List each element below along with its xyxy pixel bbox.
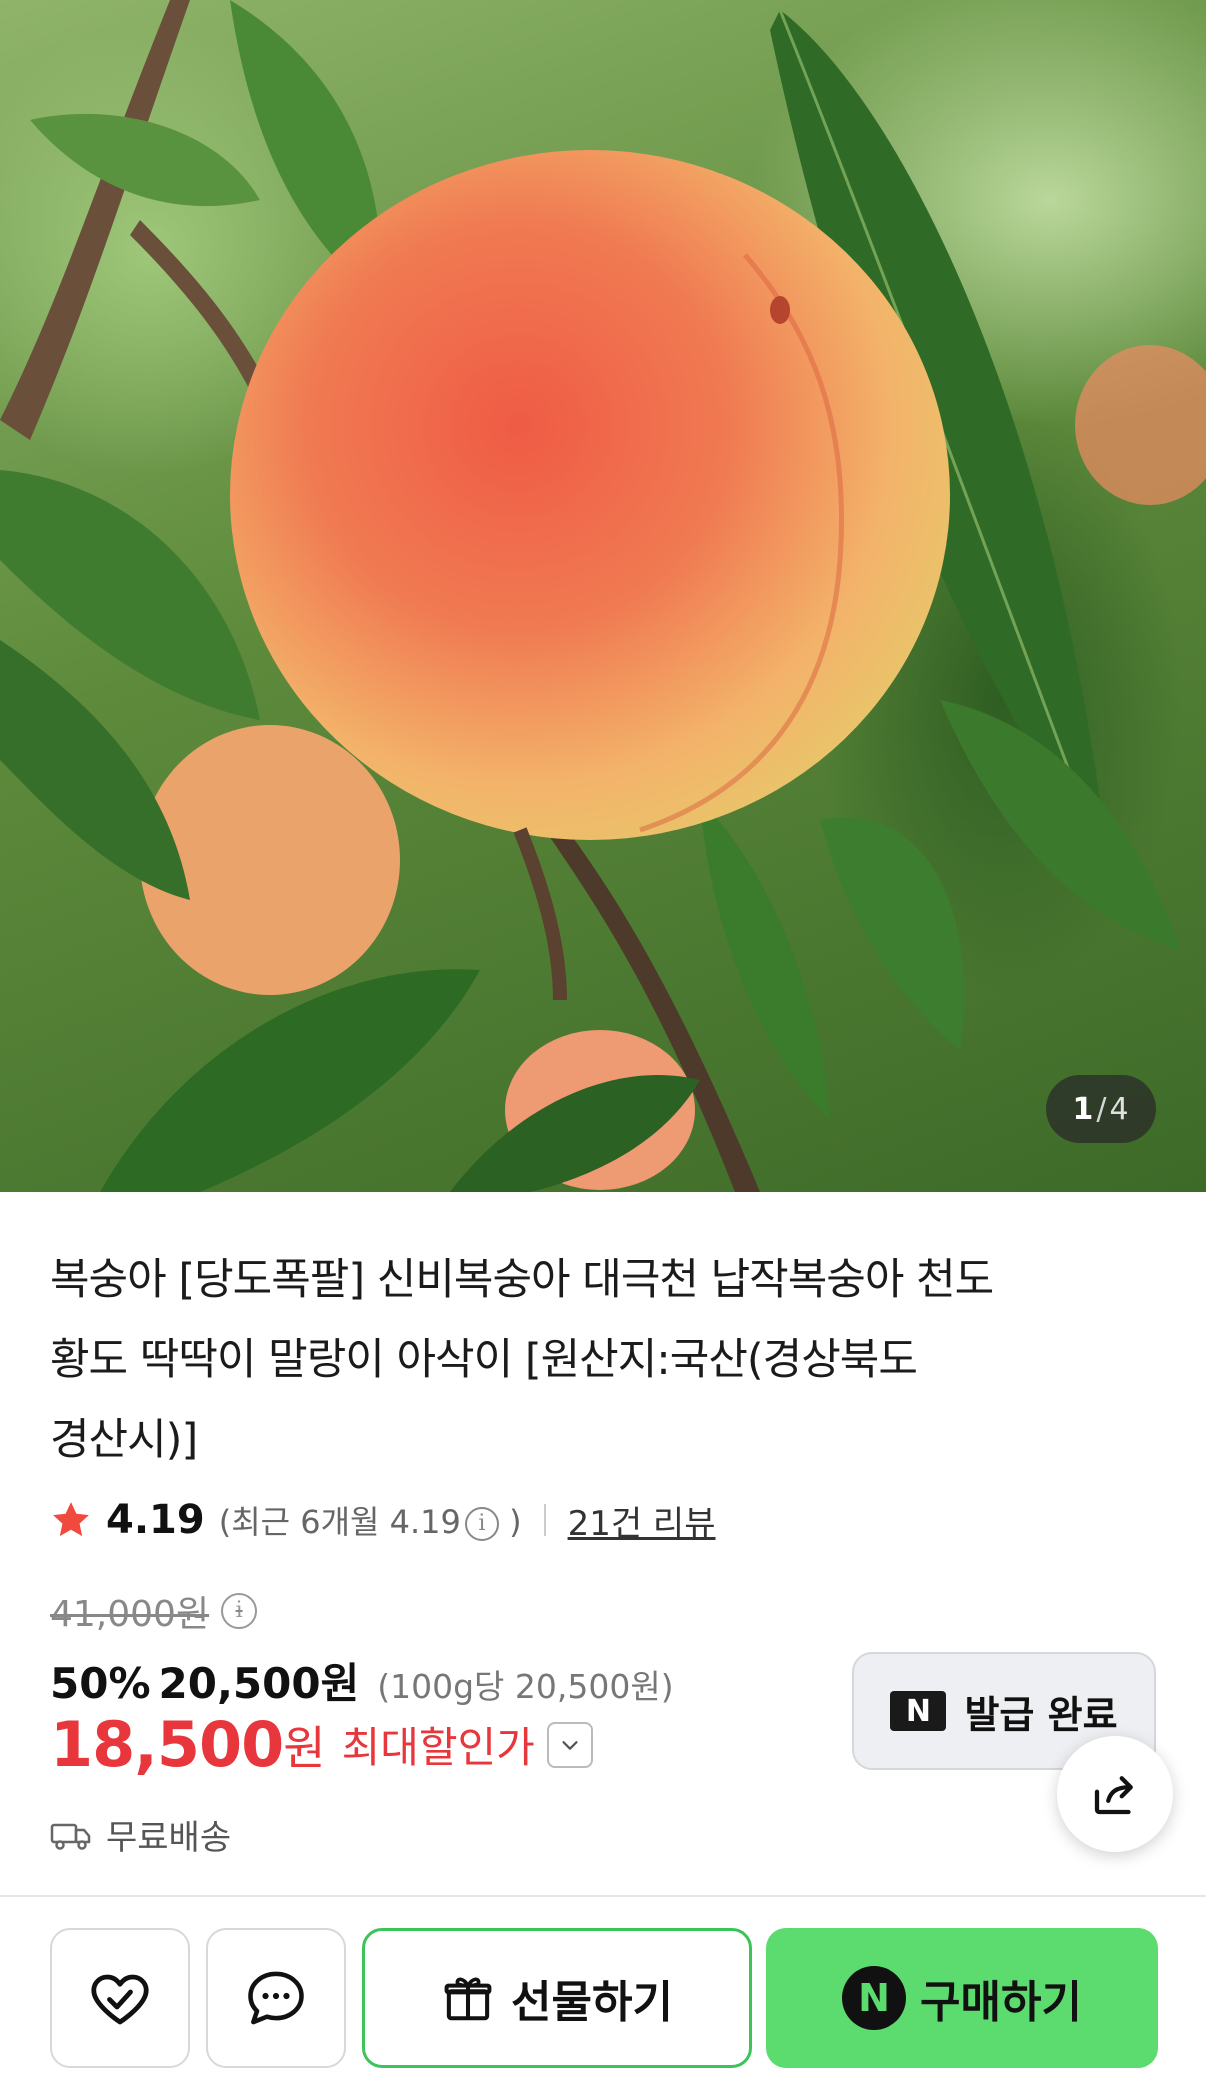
product-image[interactable]: 1/4 xyxy=(0,0,1206,1192)
divider xyxy=(543,1504,546,1536)
original-price: 41,000원 i xyxy=(50,1585,258,1637)
sale-price: 20,500원 xyxy=(158,1659,360,1708)
bottom-divider xyxy=(0,1895,1206,1897)
naver-pay-icon: N xyxy=(842,1966,907,2030)
info-icon[interactable]: i xyxy=(221,1593,258,1629)
discount-percent: 50% xyxy=(50,1659,151,1708)
rating-recent: (최근 6개월 4.19 i ) xyxy=(219,1497,522,1543)
page-total: 4 xyxy=(1109,1091,1130,1127)
naver-logo-icon: N xyxy=(890,1691,947,1731)
rating-score: 4.19 xyxy=(106,1497,205,1543)
heart-check-icon xyxy=(91,1974,149,2025)
final-price-unit: 원 xyxy=(283,1720,326,1775)
image-page-counter: 1/4 xyxy=(1046,1075,1156,1143)
chat-bubble-icon xyxy=(248,1971,304,2025)
review-count-link[interactable]: 21건 리뷰 xyxy=(568,1496,716,1545)
info-icon[interactable]: i xyxy=(464,1507,499,1541)
rating-recent-text: (최근 6개월 4.19 xyxy=(218,1503,461,1541)
shipping-info: 무료배송 xyxy=(50,1810,231,1859)
title-line-2: 황도 딱딱이 말랑이 아삭이 [원산지:국산(경상북도 xyxy=(50,1335,918,1385)
rating-row: 4.19 (최근 6개월 4.19 i ) 21건 리뷰 xyxy=(50,1490,715,1550)
chevron-down-icon xyxy=(562,1740,578,1750)
talk-button[interactable] xyxy=(206,1928,346,2068)
buy-label: 구매하기 xyxy=(920,1977,1082,2028)
gift-icon xyxy=(444,1977,492,2021)
sale-price-row: 50% 20,500원 (100g당 20,500원) xyxy=(50,1650,674,1711)
product-title: 복숭아 [당도폭팔] 신비복숭아 대극천 납작복숭아 천도 황도 딱딱이 말랑이… xyxy=(50,1240,1140,1480)
title-line-3: 경산시)] xyxy=(50,1415,198,1465)
rating-recent-close: ) xyxy=(509,1503,522,1541)
gift-button[interactable]: 선물하기 xyxy=(362,1928,752,2068)
star-icon xyxy=(53,1502,89,1537)
coupon-label: 발급 완료 xyxy=(964,1692,1118,1737)
final-price-row: 18,500 원 최대할인가 xyxy=(50,1708,593,1781)
like-button[interactable] xyxy=(50,1928,190,2068)
truck-icon xyxy=(50,1823,91,1850)
page-current: 1 xyxy=(1072,1091,1095,1127)
shipping-text: 무료배송 xyxy=(106,1818,232,1858)
title-line-1: 복숭아 [당도폭팔] 신비복숭아 대극천 납작복숭아 천도 xyxy=(50,1255,994,1305)
share-icon xyxy=(1094,1776,1133,1815)
max-discount-label: 최대할인가 xyxy=(341,1723,535,1772)
original-price-text: 41,000원 xyxy=(50,1594,210,1635)
unit-price: (100g당 20,500원) xyxy=(377,1667,674,1706)
final-price: 18,500 xyxy=(50,1708,284,1781)
buy-button[interactable]: N 구매하기 xyxy=(766,1928,1158,2068)
share-button[interactable] xyxy=(1057,1736,1173,1852)
price-dropdown-button[interactable] xyxy=(546,1721,593,1768)
peach-illustration xyxy=(0,0,1206,1192)
gift-label: 선물하기 xyxy=(511,1977,673,2028)
